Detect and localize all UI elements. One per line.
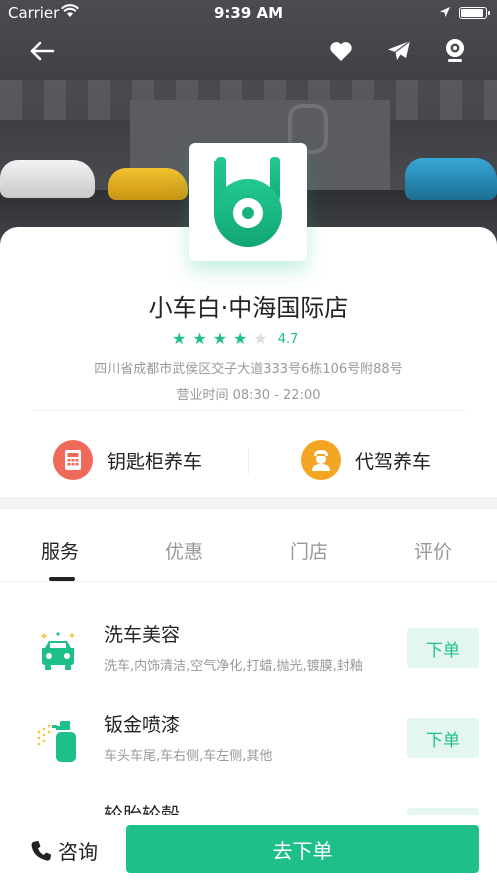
locker-icon bbox=[65, 450, 81, 470]
divider bbox=[32, 410, 465, 411]
car-blue bbox=[405, 158, 497, 200]
car-yellow bbox=[108, 168, 188, 200]
paper-plane-icon bbox=[388, 40, 411, 60]
share-button[interactable] bbox=[381, 33, 417, 69]
car-white bbox=[0, 160, 95, 198]
store-rating: ★ ★ ★ ★ ★ 4.7 bbox=[172, 331, 298, 347]
star-icon: ★ bbox=[233, 329, 248, 348]
status-bar: Carrier 9:39 AM bbox=[0, 0, 497, 26]
status-time: 9:39 AM bbox=[213, 4, 284, 22]
quick-action-label: 代驾养车 bbox=[355, 450, 432, 473]
quick-icon-bg bbox=[53, 440, 93, 480]
battery-icon bbox=[459, 7, 490, 19]
place-order-button[interactable]: 去下单 bbox=[126, 825, 479, 873]
store-hours: 营业时间 08:30 - 22:00 bbox=[176, 388, 321, 403]
star-icon: ★ bbox=[253, 329, 268, 348]
service-description: 车头车尾,车右侧,车左侧,其他 bbox=[104, 749, 273, 764]
section-gap bbox=[0, 497, 497, 509]
tab-offers[interactable]: 优惠 bbox=[165, 537, 203, 564]
car-wash-icon bbox=[40, 632, 76, 670]
star-icon: ★ bbox=[212, 329, 228, 348]
consult-label: 咨询 bbox=[58, 840, 98, 864]
location-arrow-icon bbox=[439, 4, 451, 22]
star-icon: ★ bbox=[172, 329, 187, 348]
service-title: 钣金喷漆 bbox=[104, 714, 181, 736]
phone-icon bbox=[31, 840, 51, 861]
order-button[interactable]: 下单 bbox=[407, 628, 479, 668]
key-locker-service-button[interactable]: 钥匙柜养车 bbox=[53, 440, 202, 480]
service-title: 洗车美容 bbox=[104, 624, 181, 646]
brand-logo-icon bbox=[214, 157, 282, 247]
back-button[interactable] bbox=[24, 33, 60, 69]
arrow-left-icon bbox=[30, 41, 55, 61]
rating-value: 4.7 bbox=[277, 331, 299, 347]
order-button[interactable]: 下单 bbox=[407, 718, 479, 758]
tab-indicator bbox=[49, 577, 75, 581]
tab-bar: 服务 优惠 门店 评价 bbox=[0, 509, 497, 582]
star-icon: ★ bbox=[192, 329, 207, 348]
tab-store[interactable]: 门店 bbox=[290, 537, 328, 564]
spray-paint-icon bbox=[37, 721, 76, 762]
service-item-paint[interactable]: 钣金喷漆 车头车尾,车右侧,车左侧,其他 下单 bbox=[0, 700, 497, 790]
bottom-action-bar: 咨询 去下单 bbox=[0, 815, 497, 883]
divider bbox=[248, 448, 249, 474]
valet-service-button[interactable]: 代驾养车 bbox=[301, 440, 431, 480]
service-description: 洗车,内饰清洁,空气净化,打蜡,抛光,镀膜,封釉 bbox=[104, 659, 363, 674]
favorite-button[interactable] bbox=[323, 33, 359, 69]
heart-icon bbox=[330, 41, 352, 61]
quick-action-label: 钥匙柜养车 bbox=[107, 450, 203, 473]
store-logo bbox=[189, 143, 307, 261]
store-name: 小车白·中海国际店 bbox=[148, 294, 349, 322]
tab-reviews[interactable]: 评价 bbox=[414, 537, 452, 564]
camera-icon bbox=[446, 39, 464, 62]
driver-icon bbox=[312, 450, 330, 471]
service-item-car-wash[interactable]: 洗车美容 洗车,内饰清洁,空气净化,打蜡,抛光,镀膜,封釉 下单 bbox=[0, 610, 497, 700]
tab-services[interactable]: 服务 bbox=[41, 537, 79, 564]
store-address: 四川省成都市武侯区交子大道333号6栋106号附88号 bbox=[94, 362, 403, 377]
consult-button[interactable]: 咨询 bbox=[30, 836, 98, 865]
camera-button[interactable] bbox=[437, 33, 473, 69]
quick-icon-bg bbox=[301, 440, 341, 480]
